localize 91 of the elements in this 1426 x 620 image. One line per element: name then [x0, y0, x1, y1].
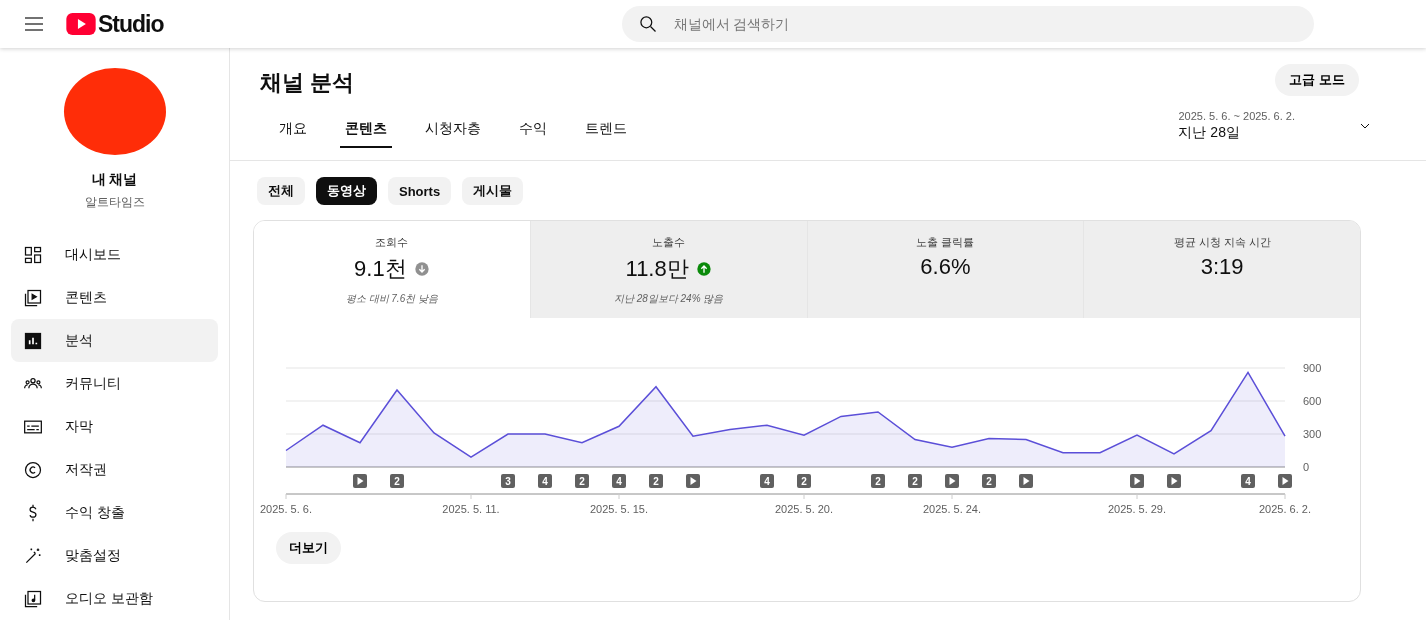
y-tick-label: 600 — [1303, 395, 1322, 407]
sidebar-item[interactable]: 오디오 보관함 — [11, 577, 218, 620]
video-marker-icon[interactable] — [1019, 474, 1033, 488]
metric-value: 11.8만 — [625, 255, 689, 283]
upload-count-marker[interactable] — [760, 474, 774, 488]
music-library-icon — [23, 588, 43, 609]
dashboard-icon — [23, 244, 43, 265]
upload-count-marker[interactable] — [871, 474, 885, 488]
search-icon — [637, 14, 658, 34]
upload-count: 2 — [394, 476, 400, 487]
upload-count: 2 — [653, 476, 659, 487]
x-tick-label: 2025. 6. 2. — [1259, 503, 1311, 515]
video-marker-icon[interactable] — [945, 474, 959, 488]
y-tick-label: 300 — [1303, 428, 1322, 440]
upload-count: 2 — [801, 476, 807, 487]
upload-count-marker[interactable] — [538, 474, 552, 488]
sidebar-item[interactable]: 맞춤설정 — [11, 534, 218, 577]
search-field[interactable]: 채널에서 검색하기 — [621, 6, 1314, 42]
metric-note: 지난 28일보다 24% 많음 — [613, 292, 724, 306]
more-button[interactable]: 더보기 — [276, 532, 341, 564]
metric-title: 평균 시청 지속 시간 — [1173, 235, 1271, 250]
logo-text: Studio — [98, 10, 164, 38]
arrow-down-icon — [413, 261, 430, 277]
sidebar-item[interactable]: 커뮤니티 — [11, 362, 218, 405]
metric-title: 노출 클릭률 — [916, 235, 975, 250]
upload-count: 4 — [764, 476, 770, 487]
x-tick-label: 2025. 5. 6. — [260, 503, 312, 515]
sidebar-item[interactable]: 대시보드 — [11, 233, 218, 276]
tab[interactable]: 개요 — [260, 112, 326, 148]
channel-name: 알트타임즈 — [84, 194, 145, 211]
metric-tab[interactable]: 평균 시청 지속 시간 3:19 — [1083, 221, 1360, 318]
metric-value: 3:19 — [1200, 254, 1244, 280]
sidebar-item[interactable]: 분석 — [11, 319, 218, 362]
x-tick-label: 2025. 5. 11. — [442, 503, 500, 515]
sidebar-item[interactable]: 콘텐츠 — [11, 276, 218, 319]
filter-chip[interactable]: 동영상 — [316, 177, 377, 205]
video-marker-icon[interactable] — [1130, 474, 1144, 488]
play-logo-icon — [66, 13, 96, 35]
channel-label: 내 채널 — [91, 171, 138, 189]
sidebar-item[interactable]: 자막 — [11, 405, 218, 448]
advanced-mode-button[interactable]: 고급 모드 — [1275, 64, 1359, 96]
tab[interactable]: 시청자층 — [406, 112, 500, 148]
metric-tab[interactable]: 노출수 11.8만 지난 28일보다 24% 많음 — [529, 221, 807, 318]
y-tick-label: 0 — [1303, 461, 1310, 473]
page-title: 채널 분석 — [260, 69, 356, 97]
metric-note: 평소 대비 7.6천 낮음 — [345, 292, 438, 306]
upload-count-marker[interactable] — [501, 474, 515, 488]
filter-chip[interactable]: 전체 — [257, 177, 305, 205]
video-marker-icon[interactable] — [1278, 474, 1292, 488]
upload-count: 3 — [505, 476, 511, 487]
video-library-icon — [23, 287, 43, 308]
video-marker-icon[interactable] — [1167, 474, 1181, 488]
video-marker-icon[interactable] — [686, 474, 700, 488]
upload-count: 4 — [1245, 476, 1251, 487]
sidebar-item[interactable]: 저작권 — [11, 448, 218, 491]
upload-count-marker[interactable] — [390, 474, 404, 488]
metric-title: 조회수 — [375, 235, 409, 250]
date-range-label: 지난 28일 — [1178, 124, 1241, 142]
upload-count-marker[interactable] — [1241, 474, 1255, 488]
metric-value: 6.6% — [920, 254, 971, 280]
metric-tab[interactable]: 노출 클릭률 6.6% — [806, 221, 1084, 318]
metric-title: 노출수 — [652, 235, 686, 250]
tab[interactable]: 트렌드 — [566, 112, 646, 148]
upload-count-marker[interactable] — [908, 474, 922, 488]
x-tick-label: 2025. 5. 24. — [922, 503, 982, 515]
upload-count: 4 — [616, 476, 622, 487]
y-tick-label: 900 — [1303, 362, 1322, 374]
x-tick-label: 2025. 5. 20. — [774, 503, 834, 515]
upload-count-marker[interactable] — [649, 474, 663, 488]
upload-count: 2 — [579, 476, 585, 487]
upload-count-marker[interactable] — [612, 474, 626, 488]
date-range: 2025. 5. 6. ~ 2025. 6. 2. — [1178, 110, 1295, 122]
filter-chip[interactable]: Shorts — [388, 177, 452, 205]
copyright-icon — [23, 459, 43, 480]
arrow-up-icon — [695, 261, 712, 277]
upload-count-marker[interactable] — [982, 474, 996, 488]
tab[interactable]: 콘텐츠 — [340, 112, 392, 148]
upload-count: 2 — [875, 476, 881, 487]
filter-chip[interactable]: 게시물 — [462, 177, 524, 205]
x-tick-label: 2025. 5. 29. — [1107, 503, 1167, 515]
x-tick-label: 2025. 5. 15. — [589, 503, 649, 515]
bar-chart-icon — [23, 330, 43, 351]
upload-count-marker[interactable] — [797, 474, 811, 488]
video-marker-icon[interactable] — [353, 474, 367, 488]
upload-count: 2 — [912, 476, 918, 487]
metric-value: 9.1천 — [354, 255, 407, 283]
upload-count: 4 — [542, 476, 548, 487]
tab[interactable]: 수익 — [500, 112, 566, 148]
sidebar-item[interactable]: 수익 창출 — [11, 491, 218, 534]
upload-count-marker[interactable] — [575, 474, 589, 488]
upload-count: 2 — [986, 476, 992, 487]
